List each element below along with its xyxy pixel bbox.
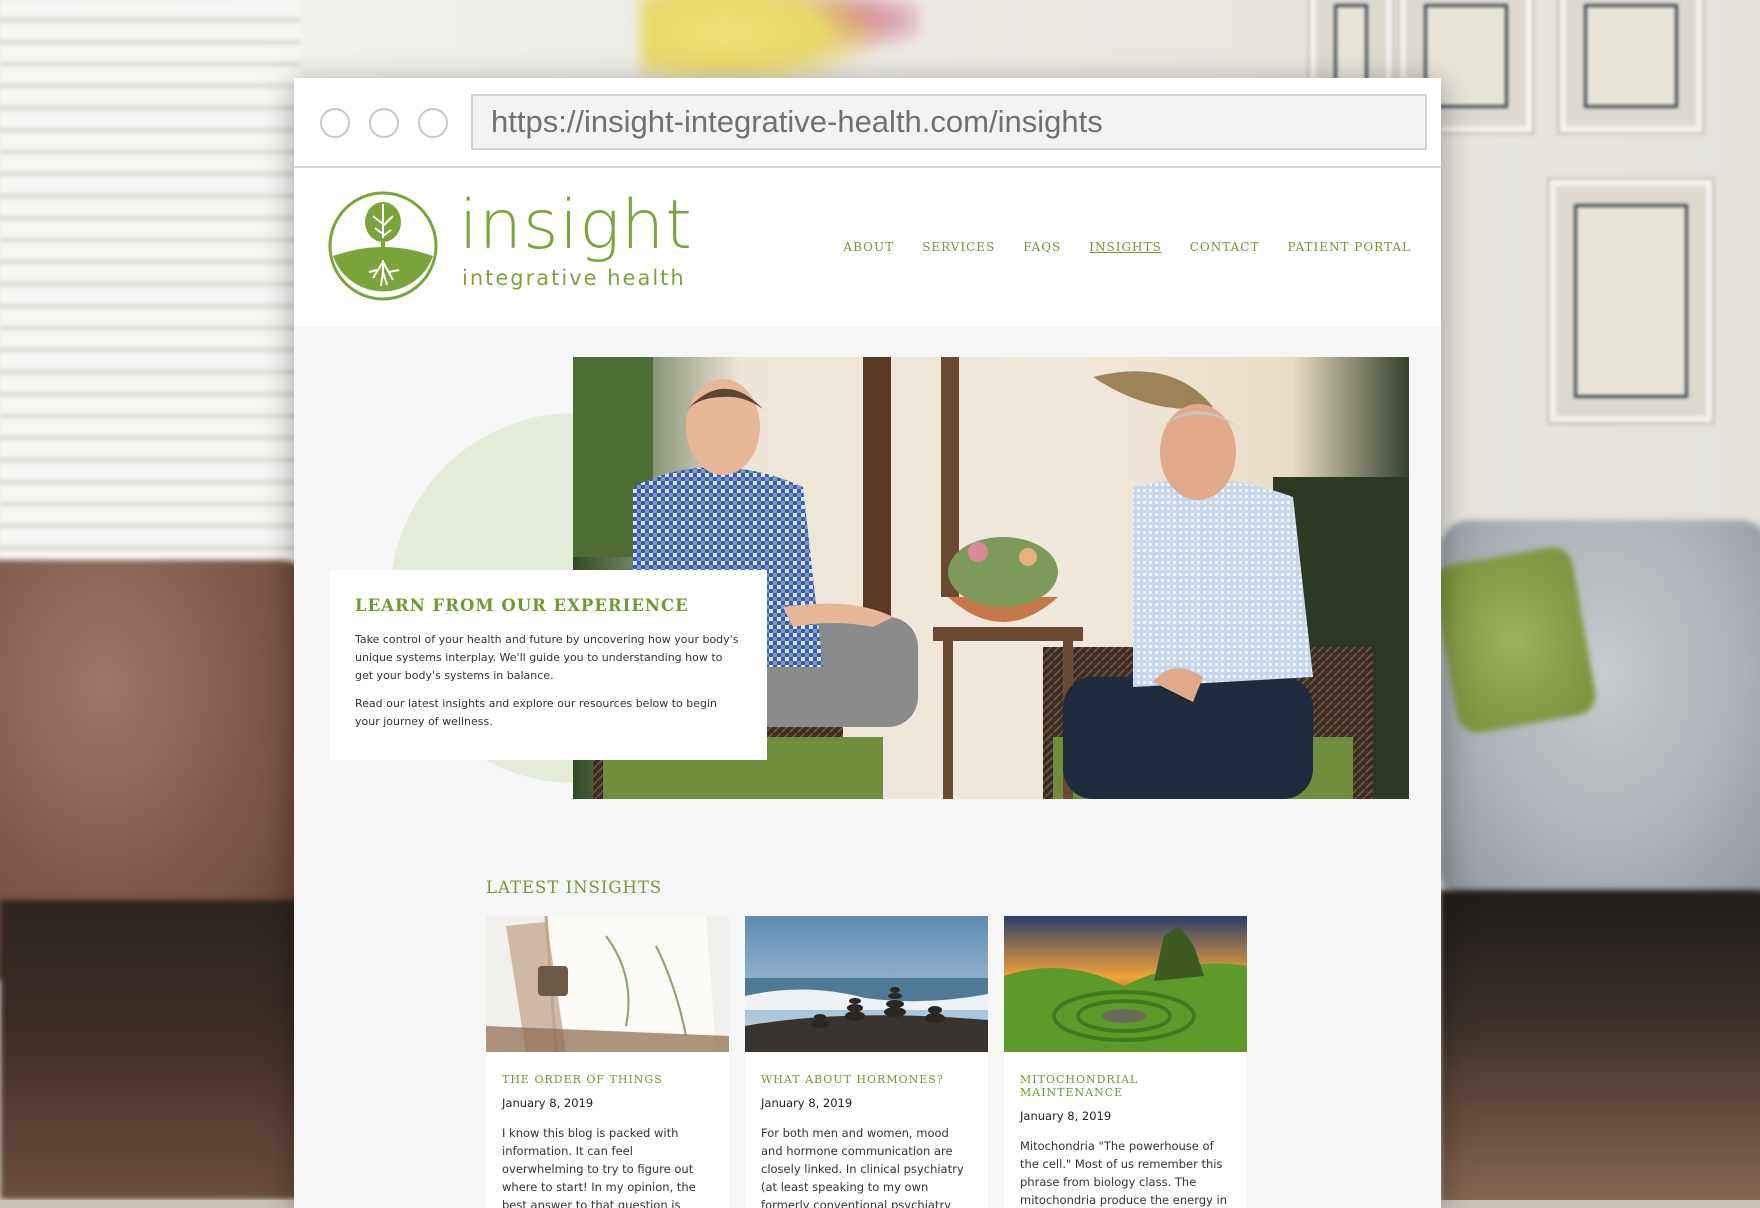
card-title[interactable]: MITOCHONDRIAL MAINTENANCE (1020, 1073, 1231, 1099)
background-frame (1550, 180, 1712, 422)
main-nav: ABOUT SERVICES FAQS INSIGHTS CONTACT PAT… (843, 240, 1411, 254)
browser-toolbar: https://insight-integrative-health.com/i… (294, 78, 1441, 168)
insight-card[interactable]: THE ORDER OF THINGS January 8, 2019 I kn… (486, 915, 729, 1208)
window-close-button[interactable] (320, 108, 350, 138)
background-pillow (1431, 544, 1599, 736)
latest-insights-heading: LATEST INSIGHTS (486, 878, 663, 897)
nav-insights[interactable]: INSIGHTS (1089, 240, 1161, 254)
card-excerpt: Mitochondria "The powerhouse of the cell… (1020, 1139, 1227, 1207)
hero-intro-card: LEARN FROM OUR EXPERIENCE Take control o… (329, 570, 767, 760)
insights-card-list: THE ORDER OF THINGS January 8, 2019 I kn… (486, 915, 1247, 1208)
card-date: January 8, 2019 (761, 1096, 853, 1110)
nav-patient-portal[interactable]: PATIENT PORTAL (1287, 240, 1411, 254)
address-bar[interactable]: https://insight-integrative-health.com/i… (471, 94, 1427, 150)
hero-section: LEARN FROM OUR EXPERIENCE Take control o… (294, 326, 1441, 866)
tree-logo-icon[interactable] (327, 190, 439, 302)
card-title[interactable]: THE ORDER OF THINGS (502, 1073, 713, 1086)
nav-contact[interactable]: CONTACT (1190, 240, 1260, 254)
card-image-stacked-stones (745, 916, 988, 1052)
hero-paragraph: Take control of your health and future b… (355, 633, 739, 682)
nav-services[interactable]: SERVICES (922, 240, 995, 254)
brand-wordmark[interactable]: insight (459, 192, 693, 260)
card-date: January 8, 2019 (502, 1096, 594, 1110)
browser-window: https://insight-integrative-health.com/i… (294, 78, 1441, 1208)
background-frame (1560, 0, 1702, 132)
nav-about[interactable]: ABOUT (843, 240, 894, 254)
background-orchid (640, 0, 920, 80)
brand-tagline: integrative health (462, 266, 686, 290)
card-image-planner (486, 915, 729, 1053)
window-maximize-button[interactable] (418, 108, 448, 138)
nav-faqs[interactable]: FAQS (1023, 240, 1061, 254)
insight-card[interactable]: WHAT ABOUT HORMONES? January 8, 2019 For… (745, 916, 988, 1208)
card-image-green-valley-sunset (1004, 916, 1247, 1052)
hero-paragraph: Read our latest insights and explore our… (355, 697, 718, 728)
card-excerpt: I know this blog is packed with informat… (502, 1126, 696, 1208)
background-window-blinds (0, 0, 300, 600)
background-floor (0, 900, 300, 1200)
card-excerpt: For both men and women, mood and hormone… (761, 1126, 964, 1208)
card-title[interactable]: WHAT ABOUT HORMONES? (761, 1073, 972, 1086)
card-date: January 8, 2019 (1020, 1109, 1112, 1123)
background-table (1440, 890, 1760, 1200)
site-header: insight integrative health ABOUT SERVICE… (294, 168, 1441, 326)
window-minimize-button[interactable] (369, 108, 399, 138)
insight-card[interactable]: MITOCHONDRIAL MAINTENANCE January 8, 201… (1004, 916, 1247, 1208)
hero-title: LEARN FROM OUR EXPERIENCE (355, 596, 689, 615)
